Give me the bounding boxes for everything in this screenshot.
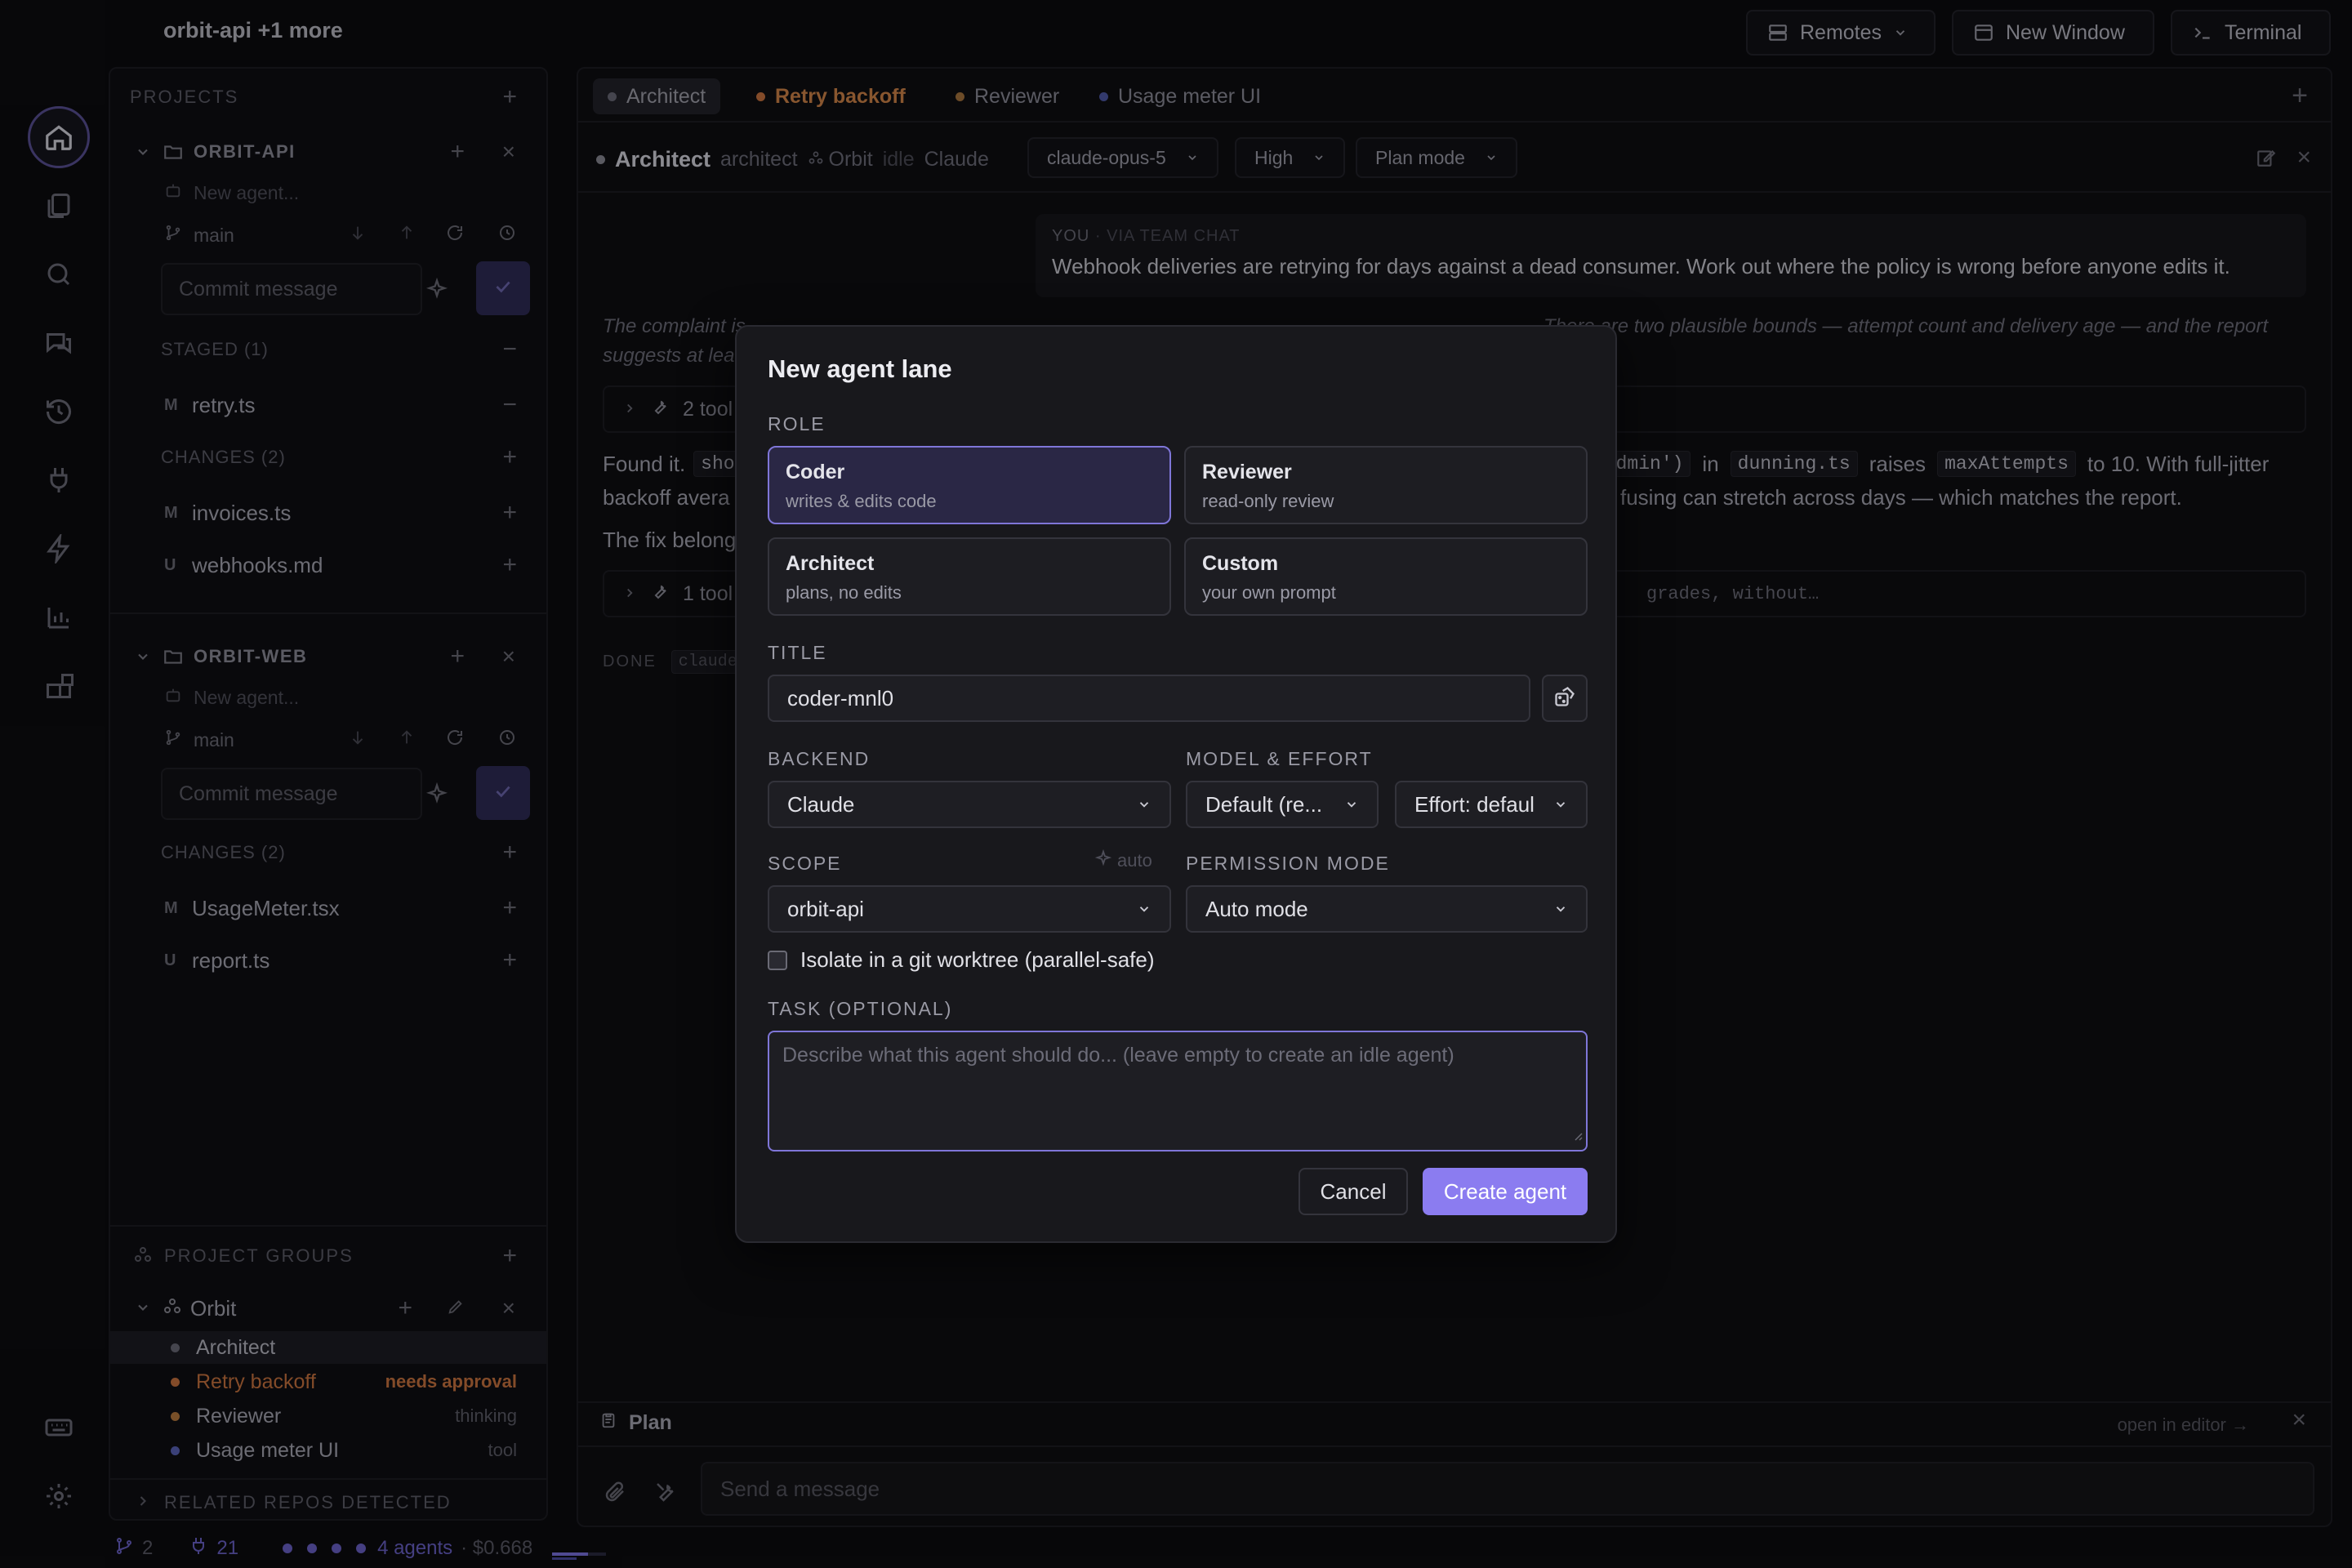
title-input[interactable]: coder-mnl0: [768, 675, 1530, 722]
isolate-label: Isolate in a git worktree (parallel-safe…: [800, 947, 1155, 972]
scope-value: orbit-api: [787, 896, 864, 921]
role-subtitle: writes & edits code: [786, 491, 937, 511]
model-select[interactable]: Default (re...: [1186, 781, 1379, 828]
permission-mode-value: Auto mode: [1205, 896, 1308, 921]
role-card-custom[interactable]: Custom your own prompt: [1184, 537, 1588, 616]
role-title: Reviewer: [1202, 461, 1292, 483]
isolate-checkbox[interactable]: [768, 950, 787, 970]
role-label: ROLE: [768, 413, 826, 434]
scope-auto-label: auto: [1117, 850, 1152, 871]
permission-mode-label: PERMISSION MODE: [1186, 853, 1390, 874]
task-textarea[interactable]: Describe what this agent should do... (l…: [768, 1031, 1588, 1152]
chevron-down-icon: [1344, 792, 1359, 817]
role-subtitle: your own prompt: [1202, 582, 1336, 603]
backend-select[interactable]: Claude: [768, 781, 1171, 828]
effort-value: Effort: defaul: [1414, 791, 1535, 817]
scope-select[interactable]: orbit-api: [768, 885, 1171, 933]
dice-icon: [1553, 685, 1576, 712]
cancel-button[interactable]: Cancel: [1298, 1168, 1408, 1215]
role-title: Custom: [1202, 552, 1279, 575]
effort-select[interactable]: Effort: defaul: [1395, 781, 1588, 828]
role-subtitle: plans, no edits: [786, 582, 902, 603]
role-card-reviewer[interactable]: Reviewer read-only review: [1184, 446, 1588, 524]
randomize-title-button[interactable]: [1542, 675, 1588, 722]
role-title: Coder: [786, 461, 845, 483]
backend-label: BACKEND: [768, 748, 871, 769]
role-card-architect[interactable]: Architect plans, no edits: [768, 537, 1171, 616]
task-placeholder: Describe what this agent should do... (l…: [782, 1044, 1454, 1067]
new-agent-dialog: New agent lane ROLE Coder writes & edits…: [735, 325, 1617, 1243]
model-value: Default (re...: [1205, 791, 1323, 817]
title-value: coder-mnl0: [787, 685, 894, 710]
sparkle-icon: [1094, 849, 1112, 872]
scope-label: SCOPE: [768, 853, 842, 874]
chevron-down-icon: [1553, 897, 1568, 922]
scope-auto-toggle[interactable]: auto: [1094, 849, 1152, 872]
role-subtitle: read-only review: [1202, 491, 1334, 511]
chevron-down-icon: [1137, 792, 1152, 817]
backend-value: Claude: [787, 791, 855, 817]
resize-handle-icon[interactable]: [1571, 1123, 1583, 1147]
chevron-down-icon: [1137, 897, 1152, 922]
title-label: TITLE: [768, 642, 827, 663]
dialog-title: New agent lane: [768, 354, 952, 383]
role-card-coder[interactable]: Coder writes & edits code: [768, 446, 1171, 524]
isolate-worktree-row[interactable]: Isolate in a git worktree (parallel-safe…: [768, 947, 1155, 973]
role-title: Architect: [786, 552, 875, 575]
model-effort-label: MODEL & EFFORT: [1186, 748, 1373, 769]
permission-mode-select[interactable]: Auto mode: [1186, 885, 1588, 933]
chevron-down-icon: [1553, 792, 1568, 817]
task-label: TASK (OPTIONAL): [768, 998, 953, 1019]
create-agent-button[interactable]: Create agent: [1423, 1168, 1588, 1215]
